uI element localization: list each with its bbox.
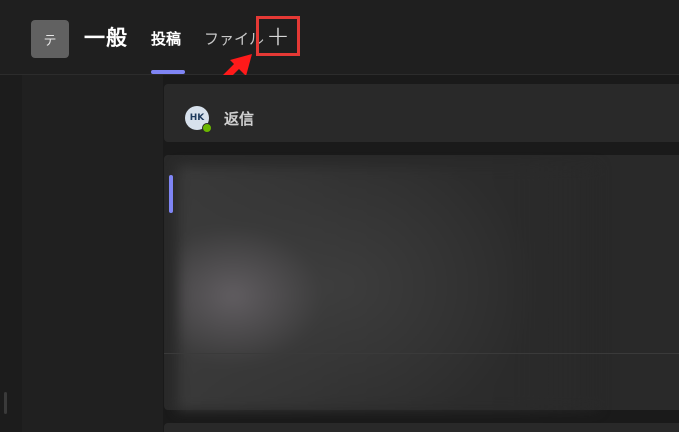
presence-status-icon [202, 123, 212, 133]
resize-handle[interactable] [4, 392, 7, 414]
blurred-post-content [178, 166, 598, 410]
post-divider [164, 353, 679, 354]
tab-posts[interactable]: 投稿 [151, 28, 181, 49]
channel-header: テ 一般 投稿 ファイル + [0, 0, 679, 75]
teams-channel-view: テ 一般 投稿 ファイル + HK 返信 [0, 0, 679, 432]
left-rail [0, 75, 22, 432]
tab-files[interactable]: ファイル [204, 28, 264, 49]
channel-title: 一般 [84, 26, 128, 50]
team-avatar[interactable]: テ [31, 20, 69, 58]
next-post-card[interactable] [164, 423, 679, 432]
left-panel [0, 75, 163, 432]
plus-icon: + [266, 19, 290, 52]
active-tab-indicator [151, 70, 185, 74]
add-tab-button[interactable]: + [256, 16, 300, 56]
post-accent-bar [169, 175, 173, 213]
reply-button[interactable]: 返信 [224, 108, 254, 129]
